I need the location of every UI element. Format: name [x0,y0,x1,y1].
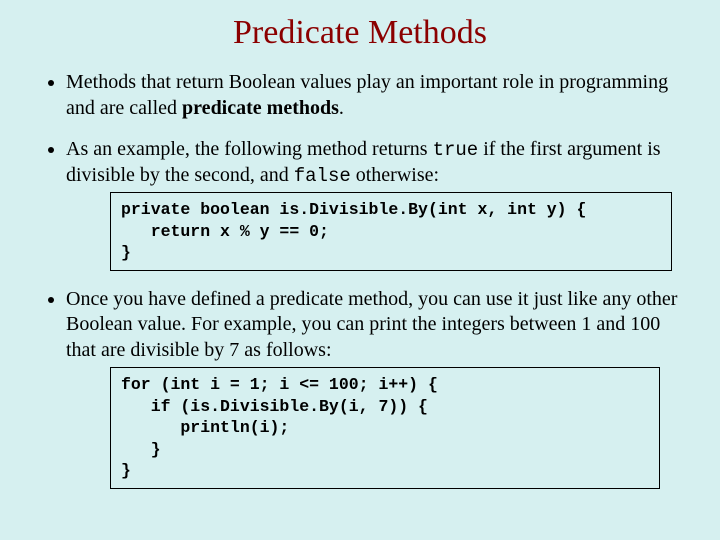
bullet-1-text-a: Methods that return Boolean values play … [66,71,668,119]
bullet-3-text: Once you have defined a predicate method… [66,288,677,361]
bullet-1: Methods that return Boolean values play … [66,70,680,121]
bullet-2-text-a: As an example, the following method retu… [66,138,433,160]
bullet-1-bold: predicate methods [182,97,339,119]
code-block-2: for (int i = 1; i <= 100; i++) { if (is.… [110,367,660,488]
slide-title: Predicate Methods [40,14,680,52]
bullet-2-text-c: otherwise: [351,164,439,186]
bullet-2: As an example, the following method retu… [66,137,680,271]
slide: Predicate Methods Methods that return Bo… [0,0,720,525]
bullet-1-text-c: . [339,97,344,119]
code-block-1: private boolean is.Divisible.By(int x, i… [110,192,672,270]
code-true: true [433,139,479,161]
bullet-list: Methods that return Boolean values play … [40,70,680,489]
code-false: false [294,165,351,187]
bullet-3: Once you have defined a predicate method… [66,287,680,489]
